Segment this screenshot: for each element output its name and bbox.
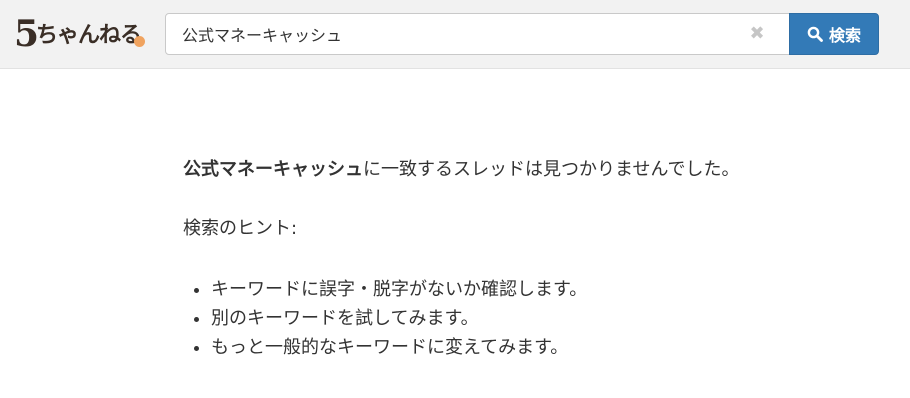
close-icon[interactable]: ✖ [747,14,767,54]
logo-text: ちゃんねる [36,23,142,48]
search-button[interactable]: 検索 [789,13,879,55]
search-box: ✖ [165,13,790,55]
no-results-message: 公式マネーキャッシュに一致するスレッドは見つかりませんでした。 [183,157,883,183]
no-results-suffix: に一致するスレッドは見つかりませんでした。 [363,159,740,180]
list-item: 別のキーワードを試してみます。 [211,304,883,333]
hints-title: 検索のヒント: [183,218,298,239]
search-results: 公式マネーキャッシュに一致するスレッドは見つかりませんでした。 検索のヒント: … [183,157,883,362]
search-button-label: 検索 [828,26,861,45]
site-logo[interactable]: 5 ちゃんねる [14,14,154,54]
list-item: もっと一般的なキーワードに変えてみます。 [211,333,883,362]
header-bar: 5 ちゃんねる ✖ 検索 [0,0,910,69]
logo-dot-icon [134,36,145,47]
hints-list: キーワードに誤字・脱字がないか確認します。 別のキーワードを試してみます。 もっ… [183,275,883,362]
query-text: 公式マネーキャッシュ [183,159,363,180]
search-icon [807,26,823,42]
list-item: キーワードに誤字・脱字がないか確認します。 [211,275,883,304]
search-input[interactable] [166,14,736,54]
